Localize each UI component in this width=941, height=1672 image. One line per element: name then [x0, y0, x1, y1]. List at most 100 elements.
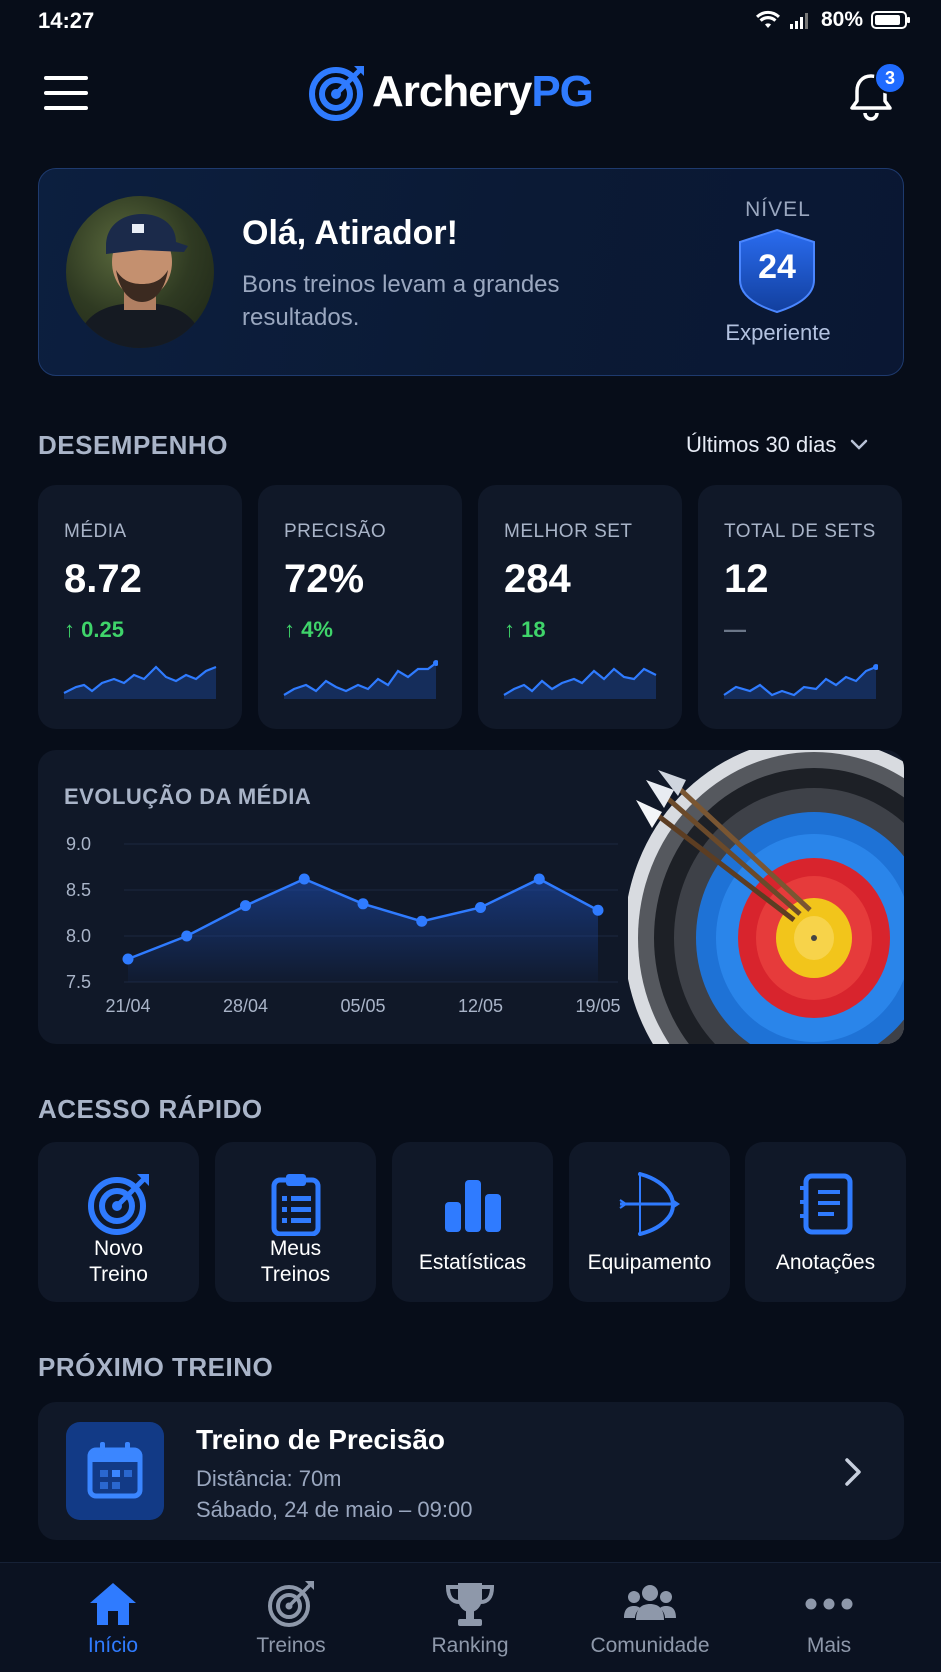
quick-access-novo-treino[interactable]: Novo Treino	[38, 1142, 199, 1302]
data-point	[181, 930, 193, 942]
quick-access-estatisticas[interactable]: Estatísticas	[392, 1142, 553, 1302]
archery-target-image	[628, 750, 904, 1044]
quick-access-label: Anotações	[775, 1251, 876, 1274]
stat-delta: ↑ 0.25	[64, 617, 124, 642]
evolution-chart: 9.0 8.5 8.0 7.5 21/04 28/04 05/05 12/05 19/05	[66, 834, 621, 1016]
app-logo: ArcheryPG	[308, 62, 594, 122]
status-time: 14:27	[38, 8, 95, 33]
data-point	[592, 904, 604, 916]
stat-delta: ↑ 4%	[284, 617, 333, 642]
y-tick-label: 9.0	[66, 834, 91, 854]
greeting-subtitle: Bons treinos levam a grandes resultados.	[242, 271, 560, 331]
quick-access-meus-treinos[interactable]: Meus Treinos	[215, 1142, 376, 1302]
data-point	[416, 915, 428, 927]
nav-label: Ranking	[431, 1634, 509, 1657]
next-training-title: PRÓXIMO TREINO	[38, 1352, 274, 1382]
level-label: NÍVEL	[745, 198, 811, 221]
quick-access-label: Novo	[93, 1237, 144, 1260]
stat-delta: —	[724, 617, 746, 642]
menu-button[interactable]	[44, 76, 88, 110]
data-point	[533, 873, 545, 885]
stat-label: PRECISÃO	[284, 521, 387, 542]
sparkline	[63, 665, 217, 699]
wifi-icon	[755, 10, 780, 28]
home-icon	[90, 1583, 136, 1625]
nav-label: Mais	[806, 1634, 852, 1657]
quick-access-title: ACESSO RÁPIDO	[38, 1094, 263, 1124]
data-point	[240, 900, 251, 912]
nav-item-inicio[interactable]: Início	[23, 1574, 203, 1664]
nav-item-ranking[interactable]: Ranking	[380, 1574, 560, 1664]
x-tick-label: 19/05	[575, 996, 620, 1016]
nav-label: Treinos	[256, 1634, 326, 1657]
stat-card-precisao[interactable]: PRECISÃO 72% ↑ 4%	[258, 485, 462, 729]
stat-card-media[interactable]: MÉDIA 8.72 ↑ 0.25	[38, 485, 242, 729]
status-indicators: 80%	[755, 8, 911, 32]
clipboard-icon	[271, 1174, 320, 1236]
performance-title: DESEMPENHO	[38, 430, 228, 460]
logo-text-primary: Archery	[372, 67, 532, 116]
more-icon	[805, 1598, 853, 1610]
stat-value: 72%	[284, 557, 365, 601]
chevron-down-icon	[851, 439, 868, 450]
next-training-distance: Distância: 70m	[196, 1466, 342, 1491]
avatar-photo	[76, 214, 204, 348]
x-tick-label: 12/05	[458, 996, 503, 1016]
sparkline	[503, 667, 657, 699]
signal-icon	[789, 13, 808, 29]
data-point	[298, 873, 310, 885]
target-icon	[268, 1581, 314, 1627]
battery-icon	[871, 11, 910, 29]
y-tick-label: 8.5	[66, 880, 91, 900]
stat-value: 284	[504, 557, 571, 601]
sparkline	[283, 660, 438, 699]
notification-badge: 3	[874, 62, 906, 94]
evolution-card[interactable]: EVOLUÇÃO DA MÉDIA 9.0 8.5 8.0 7.5 21/04 28/04…	[38, 750, 904, 1044]
nav-item-treinos[interactable]: Treinos	[201, 1574, 381, 1664]
avatar[interactable]	[66, 196, 214, 348]
trophy-icon	[445, 1583, 495, 1626]
quick-access-label: Treino	[89, 1263, 148, 1286]
y-tick-label: 7.5	[66, 972, 91, 992]
stat-card-total-sets[interactable]: TOTAL DE SETS 12 —	[698, 485, 902, 729]
stat-label: MÉDIA	[64, 521, 127, 542]
battery-percent: 80%	[820, 8, 863, 31]
calendar-badge	[66, 1422, 164, 1520]
chevron-right-icon[interactable]	[838, 1454, 868, 1490]
next-training-name: Treino de Precisão	[196, 1424, 445, 1455]
quick-access-equipamento[interactable]: Equipamento	[569, 1142, 730, 1302]
nav-item-comunidade[interactable]: Comunidade	[560, 1574, 740, 1664]
data-point	[357, 898, 369, 910]
x-tick-label: 21/04	[105, 996, 150, 1016]
target-icon	[87, 1174, 149, 1235]
stat-card-melhor-set[interactable]: MELHOR SET 284 ↑ 18	[478, 485, 682, 729]
stat-value: 8.72	[64, 557, 142, 601]
logo-text-accent: PG	[531, 67, 594, 116]
nav-item-mais[interactable]: Mais	[739, 1574, 919, 1664]
period-dropdown[interactable]: Últimos 30 dias	[686, 432, 868, 458]
people-icon	[624, 1585, 676, 1620]
quick-access-label: Treinos	[260, 1263, 331, 1286]
nav-label: Início	[87, 1634, 139, 1657]
stat-delta: ↑ 18	[504, 617, 546, 642]
quick-access-label: Estatísticas	[418, 1251, 527, 1274]
bow-icon	[618, 1172, 680, 1236]
quick-access-anotacoes[interactable]: Anotações	[745, 1142, 906, 1302]
quick-access-label: Meus	[269, 1237, 322, 1260]
level-number: 24	[758, 248, 796, 286]
data-point	[475, 901, 486, 913]
x-tick-label: 05/05	[340, 996, 385, 1016]
logo-target-icon	[309, 66, 364, 121]
quick-access-label: Equipamento	[587, 1251, 712, 1274]
greeting-title: Olá, Atirador!	[242, 214, 458, 252]
period-dropdown-value: Últimos 30 dias	[686, 432, 837, 457]
hamburger-icon	[44, 76, 88, 80]
nav-label: Comunidade	[590, 1634, 710, 1657]
next-training-datetime: Sábado, 24 de maio – 09:00	[196, 1497, 473, 1522]
y-tick-label: 8.0	[66, 926, 91, 946]
stat-label: TOTAL DE SETS	[724, 521, 876, 542]
stat-label: MELHOR SET	[504, 521, 633, 542]
sparkline	[723, 664, 878, 699]
level-rank: Experiente	[725, 320, 831, 345]
bar-chart-icon	[444, 1180, 501, 1232]
